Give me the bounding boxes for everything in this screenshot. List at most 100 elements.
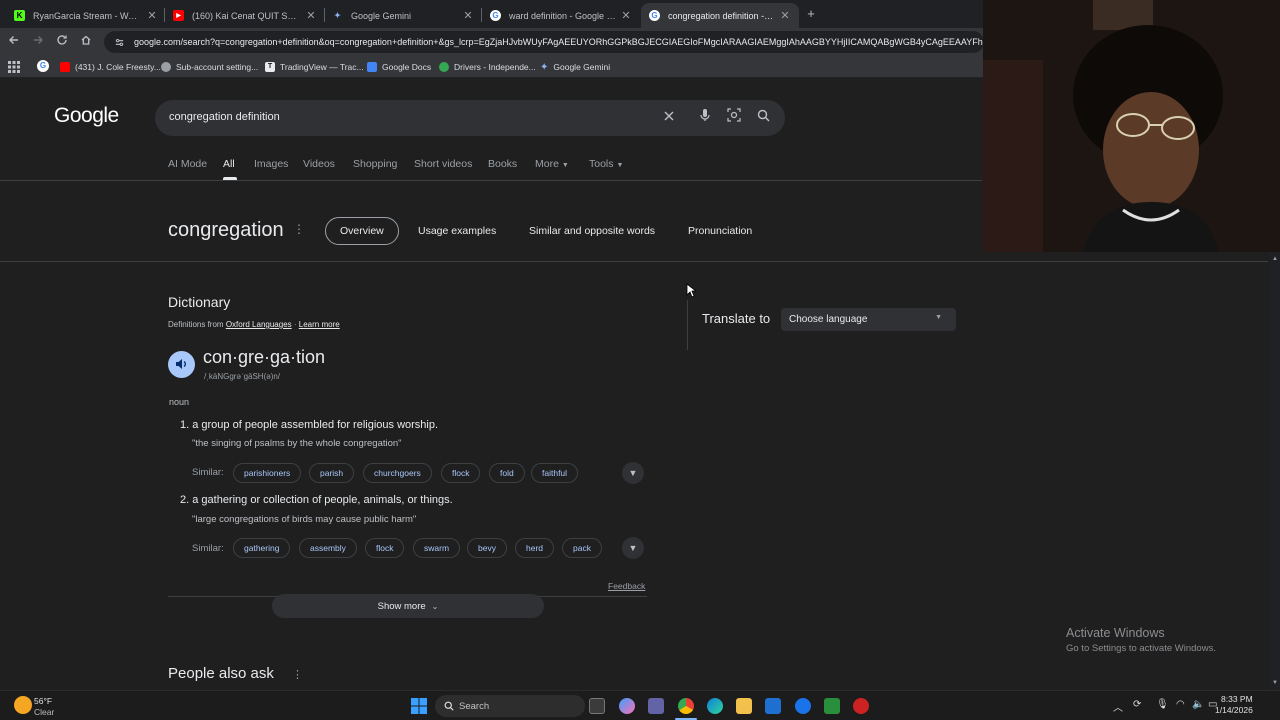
tab-books[interactable]: Books xyxy=(488,158,517,170)
bookmark-item[interactable]: T TradingView — Trac... xyxy=(265,60,364,74)
search-input[interactable]: congregation definition xyxy=(169,111,280,123)
teams-icon[interactable] xyxy=(648,698,664,714)
synonym-chip[interactable]: parish xyxy=(309,463,355,483)
google-icon[interactable]: G xyxy=(37,60,49,72)
close-tab-icon[interactable]: ✕ xyxy=(620,9,632,22)
synonym-chip[interactable]: swarm xyxy=(413,538,461,558)
show-more-button[interactable]: Show more ⌄ xyxy=(272,594,544,618)
scroll-up-icon[interactable]: ▲ xyxy=(1272,256,1278,262)
edge-icon[interactable] xyxy=(707,698,723,714)
lens-camera-icon[interactable] xyxy=(724,108,744,128)
browser-tab-active[interactable]: G congregation definition - Google ✕ xyxy=(641,3,799,28)
google-logo[interactable]: Google xyxy=(54,104,119,128)
bookmark-label: Google Docs xyxy=(382,62,432,72)
page-scrollbar[interactable]: ▲ ▼ xyxy=(1269,253,1280,690)
oxford-languages-link[interactable]: Oxford Languages xyxy=(226,320,292,329)
show-hidden-icons[interactable]: ︿ xyxy=(1113,699,1123,714)
synonym-chip[interactable]: bevy xyxy=(467,538,507,558)
chip-overview[interactable]: Overview xyxy=(325,217,399,245)
bookmark-label: Drivers - Independe... xyxy=(454,62,536,72)
synonym-chip[interactable]: flock xyxy=(441,463,481,483)
microsoft-store-icon[interactable] xyxy=(765,698,781,714)
close-tab-icon[interactable]: ✕ xyxy=(779,9,791,22)
task-view-icon[interactable] xyxy=(589,698,605,714)
browser-tab[interactable]: ▶ (160) Kai Cenat QUIT STREAMING ✕ xyxy=(165,3,325,28)
more-vert-icon[interactable]: ⋮ xyxy=(293,222,305,236)
tools-button[interactable]: Tools ▼ xyxy=(589,158,623,170)
tab-all[interactable]: All xyxy=(223,158,235,170)
site-info-icon[interactable] xyxy=(114,37,125,48)
clock-date[interactable]: 1/14/2026 xyxy=(1215,705,1253,715)
synonym-chip[interactable]: churchgoers xyxy=(363,463,432,483)
chrome-icon[interactable] xyxy=(678,698,694,714)
new-tab-button[interactable]: + xyxy=(803,6,819,22)
close-tab-icon[interactable]: ✕ xyxy=(462,9,474,22)
address-bar[interactable]: google.com/search?q=congregation+definit… xyxy=(104,31,984,53)
tab-shopping[interactable]: Shopping xyxy=(353,158,397,170)
tradingview-icon: T xyxy=(265,62,275,72)
more-vert-icon[interactable]: ⋮ xyxy=(292,668,303,681)
synonym-chip[interactable]: herd xyxy=(515,538,555,558)
synonym-chip[interactable]: faithful xyxy=(531,463,579,483)
home-button[interactable] xyxy=(78,34,94,50)
copilot-icon[interactable] xyxy=(619,698,635,714)
taskbar-search-box[interactable]: Search xyxy=(435,695,585,717)
synonym-chip[interactable]: assembly xyxy=(299,538,357,558)
synonym-chip[interactable]: flock xyxy=(365,538,405,558)
expand-similar-button[interactable]: ▼ xyxy=(622,537,644,559)
volume-icon[interactable]: 🔈 xyxy=(1192,699,1204,710)
microphone-icon[interactable]: 🎙 xyxy=(1156,699,1169,710)
chip-similar-opposite[interactable]: Similar and opposite words xyxy=(515,217,669,245)
bookmark-item[interactable]: Drivers - Independe... xyxy=(439,60,536,74)
chip-usage-examples[interactable]: Usage examples xyxy=(404,217,510,245)
reload-button[interactable] xyxy=(54,34,70,50)
chip-pronunciation[interactable]: Pronunciation xyxy=(674,217,766,245)
google-icon: G xyxy=(490,10,501,21)
synonym-chip[interactable]: gathering xyxy=(233,538,291,558)
tab-videos[interactable]: Videos xyxy=(303,158,335,170)
browser-tab[interactable]: G ward definition - Google Search ✕ xyxy=(482,3,640,28)
expand-similar-button[interactable]: ▼ xyxy=(622,462,644,484)
microphone-icon[interactable] xyxy=(695,108,715,128)
synonym-chip[interactable]: fold xyxy=(489,463,525,483)
tab-images[interactable]: Images xyxy=(254,158,288,170)
language-select-value: Choose language xyxy=(789,314,868,325)
weather-icon[interactable] xyxy=(14,696,32,714)
youtube-icon: ▶ xyxy=(173,10,184,21)
tab-ai-mode[interactable]: AI Mode xyxy=(168,158,207,170)
feedback-link[interactable]: Feedback xyxy=(608,581,645,591)
sync-icon[interactable]: ⟳ xyxy=(1133,699,1141,710)
search-box[interactable]: congregation definition xyxy=(155,100,785,136)
browser-tab[interactable]: ✦ Google Gemini ✕ xyxy=(324,3,482,28)
synonym-chip[interactable]: parishioners xyxy=(233,463,302,483)
bookmark-item[interactable]: Sub-account setting... xyxy=(161,60,258,74)
clock-time[interactable]: 8:33 PM xyxy=(1221,694,1253,704)
forward-button[interactable] xyxy=(30,34,46,50)
chevron-down-icon: ▼ xyxy=(628,543,638,553)
tab-more[interactable]: More ▼ xyxy=(535,158,569,170)
search-icon[interactable] xyxy=(753,108,773,128)
back-button[interactable] xyxy=(6,34,22,50)
synonym-chip[interactable]: pack xyxy=(562,538,602,558)
tab-short-videos[interactable]: Short videos xyxy=(414,158,472,170)
app-icon[interactable] xyxy=(853,698,869,714)
wifi-icon[interactable]: ◠ xyxy=(1176,699,1185,710)
close-tab-icon[interactable]: ✕ xyxy=(146,9,158,22)
bookmark-item[interactable]: Google Docs xyxy=(367,60,431,74)
bookmark-item[interactable]: ✦ Google Gemini xyxy=(540,60,610,74)
app-icon[interactable] xyxy=(824,698,840,714)
windows-start-icon[interactable] xyxy=(411,698,427,714)
bookmark-item[interactable]: (431) J. Cole Freesty... xyxy=(60,60,161,74)
close-tab-icon[interactable]: ✕ xyxy=(305,9,317,22)
scroll-down-icon[interactable]: ▼ xyxy=(1272,680,1278,686)
tab-title: RyanGarcia Stream - Watch Live xyxy=(33,10,142,21)
language-select[interactable]: Choose language ▼ xyxy=(781,308,956,331)
learn-more-link[interactable]: Learn more xyxy=(299,320,340,329)
apps-grid-icon[interactable] xyxy=(8,60,20,73)
browser-tab[interactable]: K RyanGarcia Stream - Watch Live ✕ xyxy=(6,3,166,28)
clear-search-icon[interactable] xyxy=(659,108,679,128)
pronunciation-speaker-button[interactable] xyxy=(168,351,195,378)
app-icon[interactable] xyxy=(795,698,811,714)
file-explorer-icon[interactable] xyxy=(736,698,752,714)
divider xyxy=(0,261,1268,262)
